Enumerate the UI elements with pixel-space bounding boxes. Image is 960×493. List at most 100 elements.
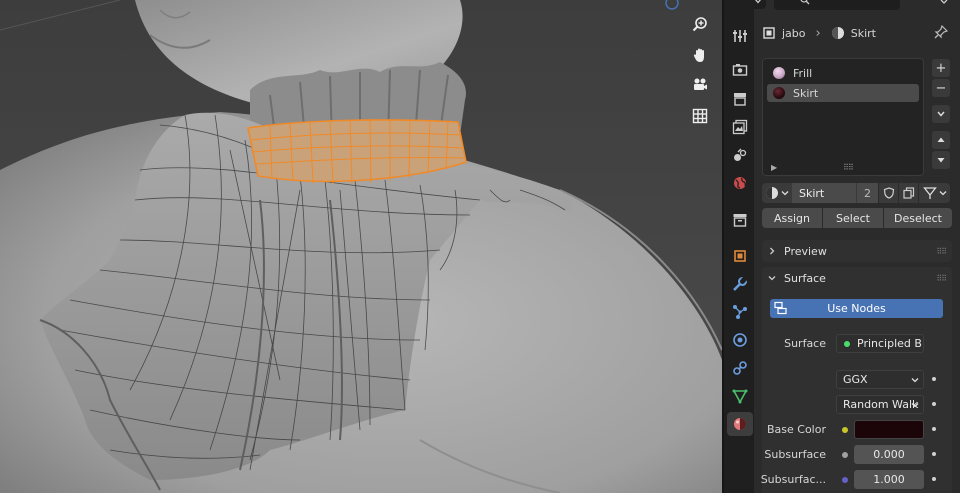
shield-icon xyxy=(883,187,894,199)
slot-name: Frill xyxy=(793,66,813,80)
chevron-down-icon xyxy=(768,276,776,281)
slot-specials-menu-button[interactable] xyxy=(932,105,950,123)
distribution-value: GGX xyxy=(843,373,868,386)
preview-panel-title: Preview xyxy=(784,244,827,258)
surface-shader-value: Principled B... xyxy=(857,337,923,350)
viewport-scene xyxy=(0,0,722,493)
select-button[interactable]: Select xyxy=(823,208,883,228)
grid-view-icon[interactable] xyxy=(688,104,712,128)
list-resize-grip-icon[interactable]: ⠿⠿ xyxy=(843,163,854,172)
scene-tab-icon[interactable] xyxy=(727,143,753,167)
physics-tab-icon[interactable] xyxy=(727,328,753,352)
chevron-down-icon xyxy=(781,191,789,196)
list-item[interactable]: Frill xyxy=(767,64,919,82)
breadcrumb-material: Skirt xyxy=(850,26,876,40)
remove-slot-button[interactable]: − xyxy=(932,79,950,97)
node-tree-icon xyxy=(923,187,937,199)
chevron-right-icon xyxy=(770,247,775,255)
keyframe-dot-icon[interactable] xyxy=(932,427,936,431)
material-swatch xyxy=(773,67,785,79)
keyframe-dot-icon[interactable] xyxy=(932,452,936,456)
material-name-field[interactable]: Skirt xyxy=(792,183,856,203)
node-editor-icon xyxy=(774,301,787,315)
render-tab-icon[interactable] xyxy=(727,58,753,82)
distribution-dropdown[interactable]: GGX xyxy=(836,370,924,389)
particles-tab-icon[interactable] xyxy=(727,300,753,324)
vector-socket-icon xyxy=(842,477,848,483)
panel-drag-grip-icon[interactable]: ⠿⠿ xyxy=(936,247,947,256)
float-socket-icon xyxy=(842,452,848,458)
output-tab-icon[interactable] xyxy=(727,87,753,111)
keyframe-dot-icon[interactable] xyxy=(932,402,936,406)
modifier-wrench-icon[interactable] xyxy=(727,272,753,296)
surface-shader-selector[interactable]: Principled B... xyxy=(836,334,924,353)
search-input[interactable] xyxy=(774,0,900,10)
world-tab-icon[interactable] xyxy=(727,171,753,195)
arrow-down-icon xyxy=(937,158,945,163)
subsurface-label: Subsurface xyxy=(764,448,826,461)
fake-user-button[interactable] xyxy=(878,183,898,203)
browse-material-button[interactable] xyxy=(762,183,792,203)
material-tab-icon[interactable] xyxy=(727,412,753,436)
use-nodes-label: Use Nodes xyxy=(827,302,886,315)
chevron-down-icon xyxy=(939,191,947,196)
camera-icon[interactable] xyxy=(688,73,712,97)
pan-hand-icon[interactable] xyxy=(688,43,712,67)
list-item[interactable]: Skirt xyxy=(767,84,919,102)
subsurface-radius-label: Subsurfac... xyxy=(760,473,826,486)
editor-type-dropdown[interactable] xyxy=(754,0,766,9)
material-datablock-row: Skirt 2 xyxy=(762,182,938,204)
duplicate-material-button[interactable] xyxy=(898,183,918,203)
color-socket-icon xyxy=(842,427,848,433)
move-slot-up-button[interactable] xyxy=(932,131,950,149)
constraints-tab-icon[interactable] xyxy=(727,356,753,380)
pin-icon[interactable] xyxy=(934,25,948,39)
mesh-object-icon xyxy=(763,27,775,39)
breadcrumb-separator-icon: › xyxy=(815,25,821,41)
duplicate-icon xyxy=(902,187,914,199)
collection-tab-icon[interactable] xyxy=(727,208,753,232)
material-sphere-icon xyxy=(831,27,844,39)
properties-editor: jabo › Skirt Frill Skirt ▶ ⠿⠿ + − Skirt xyxy=(754,0,960,493)
move-slot-down-button[interactable] xyxy=(932,151,950,169)
shader-socket-icon xyxy=(844,341,850,347)
subsurface-method-value: Random Walk xyxy=(843,398,919,411)
view-layer-tab-icon[interactable] xyxy=(727,115,753,139)
tool-tab-icon[interactable] xyxy=(727,24,753,48)
material-users-count[interactable]: 2 xyxy=(856,183,878,203)
surface-panel-header[interactable]: Surface ⠿⠿ xyxy=(762,267,952,289)
breadcrumb-object: jabo xyxy=(782,26,806,40)
zoom-icon[interactable] xyxy=(688,12,712,36)
chevron-down-icon xyxy=(911,378,919,383)
data-tab-icon[interactable] xyxy=(727,384,753,408)
keyframe-dot-icon[interactable] xyxy=(932,377,936,381)
material-swatch xyxy=(773,87,785,99)
properties-tab-bar xyxy=(724,0,754,493)
base-color-swatch[interactable] xyxy=(854,420,924,439)
material-sphere-icon xyxy=(766,187,778,199)
surface-shader-label: Surface xyxy=(784,337,826,350)
3d-viewport[interactable] xyxy=(0,0,722,493)
list-expand-triangle-icon[interactable]: ▶ xyxy=(771,163,777,172)
material-slot-list[interactable]: Frill Skirt ▶ ⠿⠿ xyxy=(762,58,924,176)
subsurface-value-field[interactable]: 0.000 xyxy=(854,445,924,464)
panel-drag-grip-icon[interactable]: ⠿⠿ xyxy=(936,274,947,283)
keyframe-dot-icon[interactable] xyxy=(932,477,936,481)
surface-panel-title: Surface xyxy=(784,271,826,285)
subsurface-method-dropdown[interactable]: Random Walk xyxy=(836,395,924,414)
add-slot-button[interactable]: + xyxy=(932,59,950,77)
arrow-up-icon xyxy=(937,137,945,142)
subsurface-radius-field[interactable]: 1.000 xyxy=(854,470,924,489)
base-color-label: Base Color xyxy=(766,423,826,436)
breadcrumb: jabo › Skirt xyxy=(762,24,876,42)
preview-panel-header[interactable]: Preview ⠿⠿ xyxy=(762,240,952,262)
slot-name: Skirt xyxy=(793,86,819,100)
object-tab-icon[interactable] xyxy=(727,244,753,268)
link-type-dropdown[interactable] xyxy=(920,183,950,203)
assign-button[interactable]: Assign xyxy=(762,208,822,228)
options-chevron-icon[interactable] xyxy=(939,0,949,7)
use-nodes-button[interactable]: Use Nodes xyxy=(770,299,943,318)
deselect-button[interactable]: Deselect xyxy=(884,208,952,228)
chevron-down-icon xyxy=(937,111,945,117)
assign-button-group: Assign Select Deselect xyxy=(762,208,952,228)
